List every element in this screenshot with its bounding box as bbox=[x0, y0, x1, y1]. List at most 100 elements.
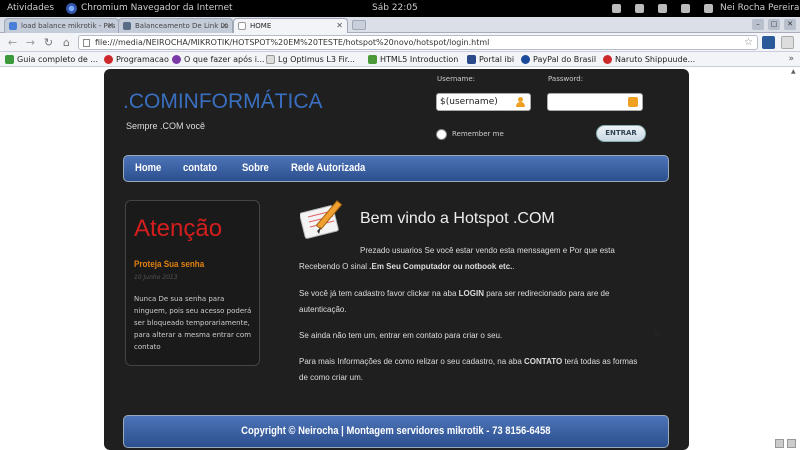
close-window-icon[interactable]: ✕ bbox=[784, 19, 796, 30]
welcome-paragraph-1: Prezado usuarios Se você estar vendo est… bbox=[360, 246, 615, 255]
bluetooth-icon[interactable] bbox=[612, 4, 621, 13]
address-bar[interactable]: file:///media/NEIROCHA/MIKROTIK/HOTSPOT%… bbox=[78, 35, 758, 50]
welcome-paragraph-2: Se você já tem cadastro favor clickar na… bbox=[299, 286, 669, 301]
warning-date: 10 Junho 2013 bbox=[134, 274, 178, 281]
new-tab-button[interactable] bbox=[352, 20, 366, 30]
app-menu[interactable]: Chromium Navegador da Internet bbox=[66, 0, 233, 17]
system-tray bbox=[612, 0, 713, 13]
welcome-paragraph-4: Para mais Informações de como relizar o … bbox=[299, 354, 669, 369]
bookmark-item[interactable]: PayPal do Brasil bbox=[521, 52, 596, 67]
username-label: Username: bbox=[437, 75, 476, 83]
bookmarks-overflow-icon[interactable]: » bbox=[788, 52, 794, 67]
minimize-icon[interactable]: – bbox=[752, 19, 764, 30]
bookmark-favicon-icon bbox=[467, 55, 476, 64]
bookmark-favicon-icon bbox=[521, 55, 530, 64]
hotspot-site: .COMINFORMÁTICA Sempre .COM você Usernam… bbox=[104, 69, 689, 450]
password-field[interactable] bbox=[547, 93, 643, 111]
status-icon bbox=[775, 439, 784, 448]
paragraph-text: para ser redirecionado para are de bbox=[483, 289, 610, 298]
login-submit-button[interactable]: ENTRAR bbox=[596, 125, 646, 142]
bookmark-label: Lg Optimus L3 Fir... bbox=[278, 55, 355, 64]
welcome-paragraph-1b: Recebendo O sinal .Em Seu Computador ou … bbox=[299, 259, 669, 274]
page-favicon-icon bbox=[123, 22, 131, 30]
close-tab-icon[interactable]: ✕ bbox=[221, 19, 228, 33]
bookmark-item[interactable]: O que fazer após i... bbox=[172, 52, 265, 67]
nav-contato[interactable]: contato bbox=[183, 156, 217, 181]
close-tab-icon[interactable]: ✕ bbox=[336, 19, 343, 33]
welcome-paragraph-2b: autenticação. bbox=[299, 305, 347, 314]
tab-label: HOME bbox=[250, 22, 272, 30]
back-arrow-icon[interactable]: ← bbox=[6, 36, 19, 49]
status-icon bbox=[787, 439, 796, 448]
welcome-paragraph-3: Se ainda não tem um, entrar em contato p… bbox=[299, 331, 503, 340]
site-logo[interactable]: .COMINFORMÁTICA bbox=[123, 90, 323, 114]
paragraph-text: . bbox=[512, 262, 515, 271]
bookmark-label: Programacao bbox=[116, 55, 169, 64]
bookmark-item[interactable]: Guia completo de ... bbox=[5, 52, 98, 67]
page-favicon-icon bbox=[238, 22, 246, 30]
app-menu-label: Chromium Navegador da Internet bbox=[81, 3, 233, 13]
warning-text: Nunca De sua senha para ninguem, pois se… bbox=[134, 295, 252, 351]
bookmark-item[interactable]: Lg Optimus L3 Fir... bbox=[266, 52, 355, 67]
network-icon[interactable] bbox=[635, 4, 644, 13]
address-url: file:///media/NEIROCHA/MIKROTIK/HOTSPOT%… bbox=[95, 38, 490, 47]
site-slogan: Sempre .COM você bbox=[126, 121, 206, 131]
tab-label: Balanceamento De Link Lo bbox=[135, 22, 229, 30]
bookmark-favicon-icon bbox=[5, 55, 14, 64]
toolbar-extensions bbox=[762, 36, 794, 49]
footer-copyright: Copyright © Neirocha | Montagem servidor… bbox=[241, 425, 551, 437]
tab-balanceamento[interactable]: Balanceamento De Link Lo ✕ bbox=[118, 18, 233, 33]
paragraph-text: Se você já tem cadastro favor clickar na… bbox=[299, 289, 459, 298]
activities-button[interactable]: Atividades bbox=[7, 0, 54, 17]
close-tab-icon[interactable]: ✕ bbox=[107, 19, 114, 33]
paragraph-text: Para mais Informações de como relizar o … bbox=[299, 357, 524, 366]
bookmark-star-icon[interactable]: ☆ bbox=[744, 36, 753, 49]
paragraph-bold: LOGIN bbox=[458, 289, 484, 298]
nav-sobre[interactable]: Sobre bbox=[242, 156, 269, 181]
tab-load-balance[interactable]: load balance mikrotik - Pes ✕ bbox=[4, 18, 119, 33]
warning-title: Atenção bbox=[134, 215, 223, 242]
paragraph-bold: .Em Seu Computador ou notbook etc. bbox=[369, 262, 513, 271]
maximize-icon[interactable]: □ bbox=[768, 19, 780, 30]
browser-toolbar: ← → ↻ ⌂ file:///media/NEIROCHA/MIKROTIK/… bbox=[0, 33, 800, 52]
welcome-heading: Bem vindo a Hotspot .COM bbox=[360, 210, 555, 227]
warning-subtitle[interactable]: Proteja Sua senha bbox=[134, 259, 204, 269]
paragraph-text: terá todas as formas bbox=[562, 357, 638, 366]
paragraph-text: Recebendo O sinal bbox=[299, 262, 370, 271]
clock[interactable]: Sáb 22:05 bbox=[372, 0, 418, 17]
tab-strip: load balance mikrotik - Pes ✕ Balanceame… bbox=[0, 17, 800, 33]
bookmark-favicon-icon bbox=[266, 55, 275, 64]
bookmark-item[interactable]: Programacao bbox=[104, 52, 169, 67]
google-favicon-icon bbox=[9, 22, 17, 30]
site-nav-bar: Home contato Sobre Rede Autorizada bbox=[123, 155, 669, 182]
username-value: $(username) bbox=[440, 97, 498, 107]
menu-wrench-icon[interactable] bbox=[781, 36, 794, 49]
window-controls: – □ ✕ bbox=[752, 19, 796, 30]
remember-me-label: Remember me bbox=[452, 130, 504, 138]
reload-icon[interactable]: ↻ bbox=[42, 36, 55, 49]
bookmark-item[interactable]: Naruto Shippuude... bbox=[603, 52, 695, 67]
bookmark-label: Portal ibi bbox=[479, 55, 515, 64]
paragraph-bold: CONTATO bbox=[524, 357, 563, 366]
bookmarks-bar: Guia completo de ... Programacao O que f… bbox=[0, 52, 800, 67]
web-page-viewport: ▲ .COMINFORMÁTICA Sempre .COM você Usern… bbox=[0, 68, 800, 450]
extension-icon[interactable] bbox=[762, 36, 775, 49]
nav-rede-autorizada[interactable]: Rede Autorizada bbox=[291, 156, 365, 181]
home-icon[interactable]: ⌂ bbox=[60, 36, 73, 49]
chat-icon[interactable] bbox=[704, 4, 713, 13]
username-field[interactable]: $(username) bbox=[436, 93, 531, 111]
user-icon bbox=[516, 97, 525, 107]
forward-arrow-icon[interactable]: → bbox=[24, 36, 37, 49]
battery-icon[interactable] bbox=[681, 4, 690, 13]
tab-home[interactable]: HOME ✕ bbox=[233, 18, 348, 33]
remember-me-radio[interactable] bbox=[436, 129, 447, 140]
nav-home[interactable]: Home bbox=[135, 156, 161, 181]
scroll-up-icon[interactable]: ▲ bbox=[791, 68, 799, 76]
lock-icon bbox=[628, 97, 638, 107]
bookmark-favicon-icon bbox=[172, 55, 181, 64]
bookmark-item[interactable]: Portal ibi bbox=[467, 52, 514, 67]
bookmark-item[interactable]: HTML5 Introduction bbox=[368, 52, 458, 67]
volume-icon[interactable] bbox=[658, 4, 667, 13]
warning-sidebox: Atenção Proteja Sua senha 10 Junho 2013 … bbox=[125, 200, 260, 366]
user-menu[interactable]: Nei Rocha Pereira bbox=[720, 0, 799, 17]
